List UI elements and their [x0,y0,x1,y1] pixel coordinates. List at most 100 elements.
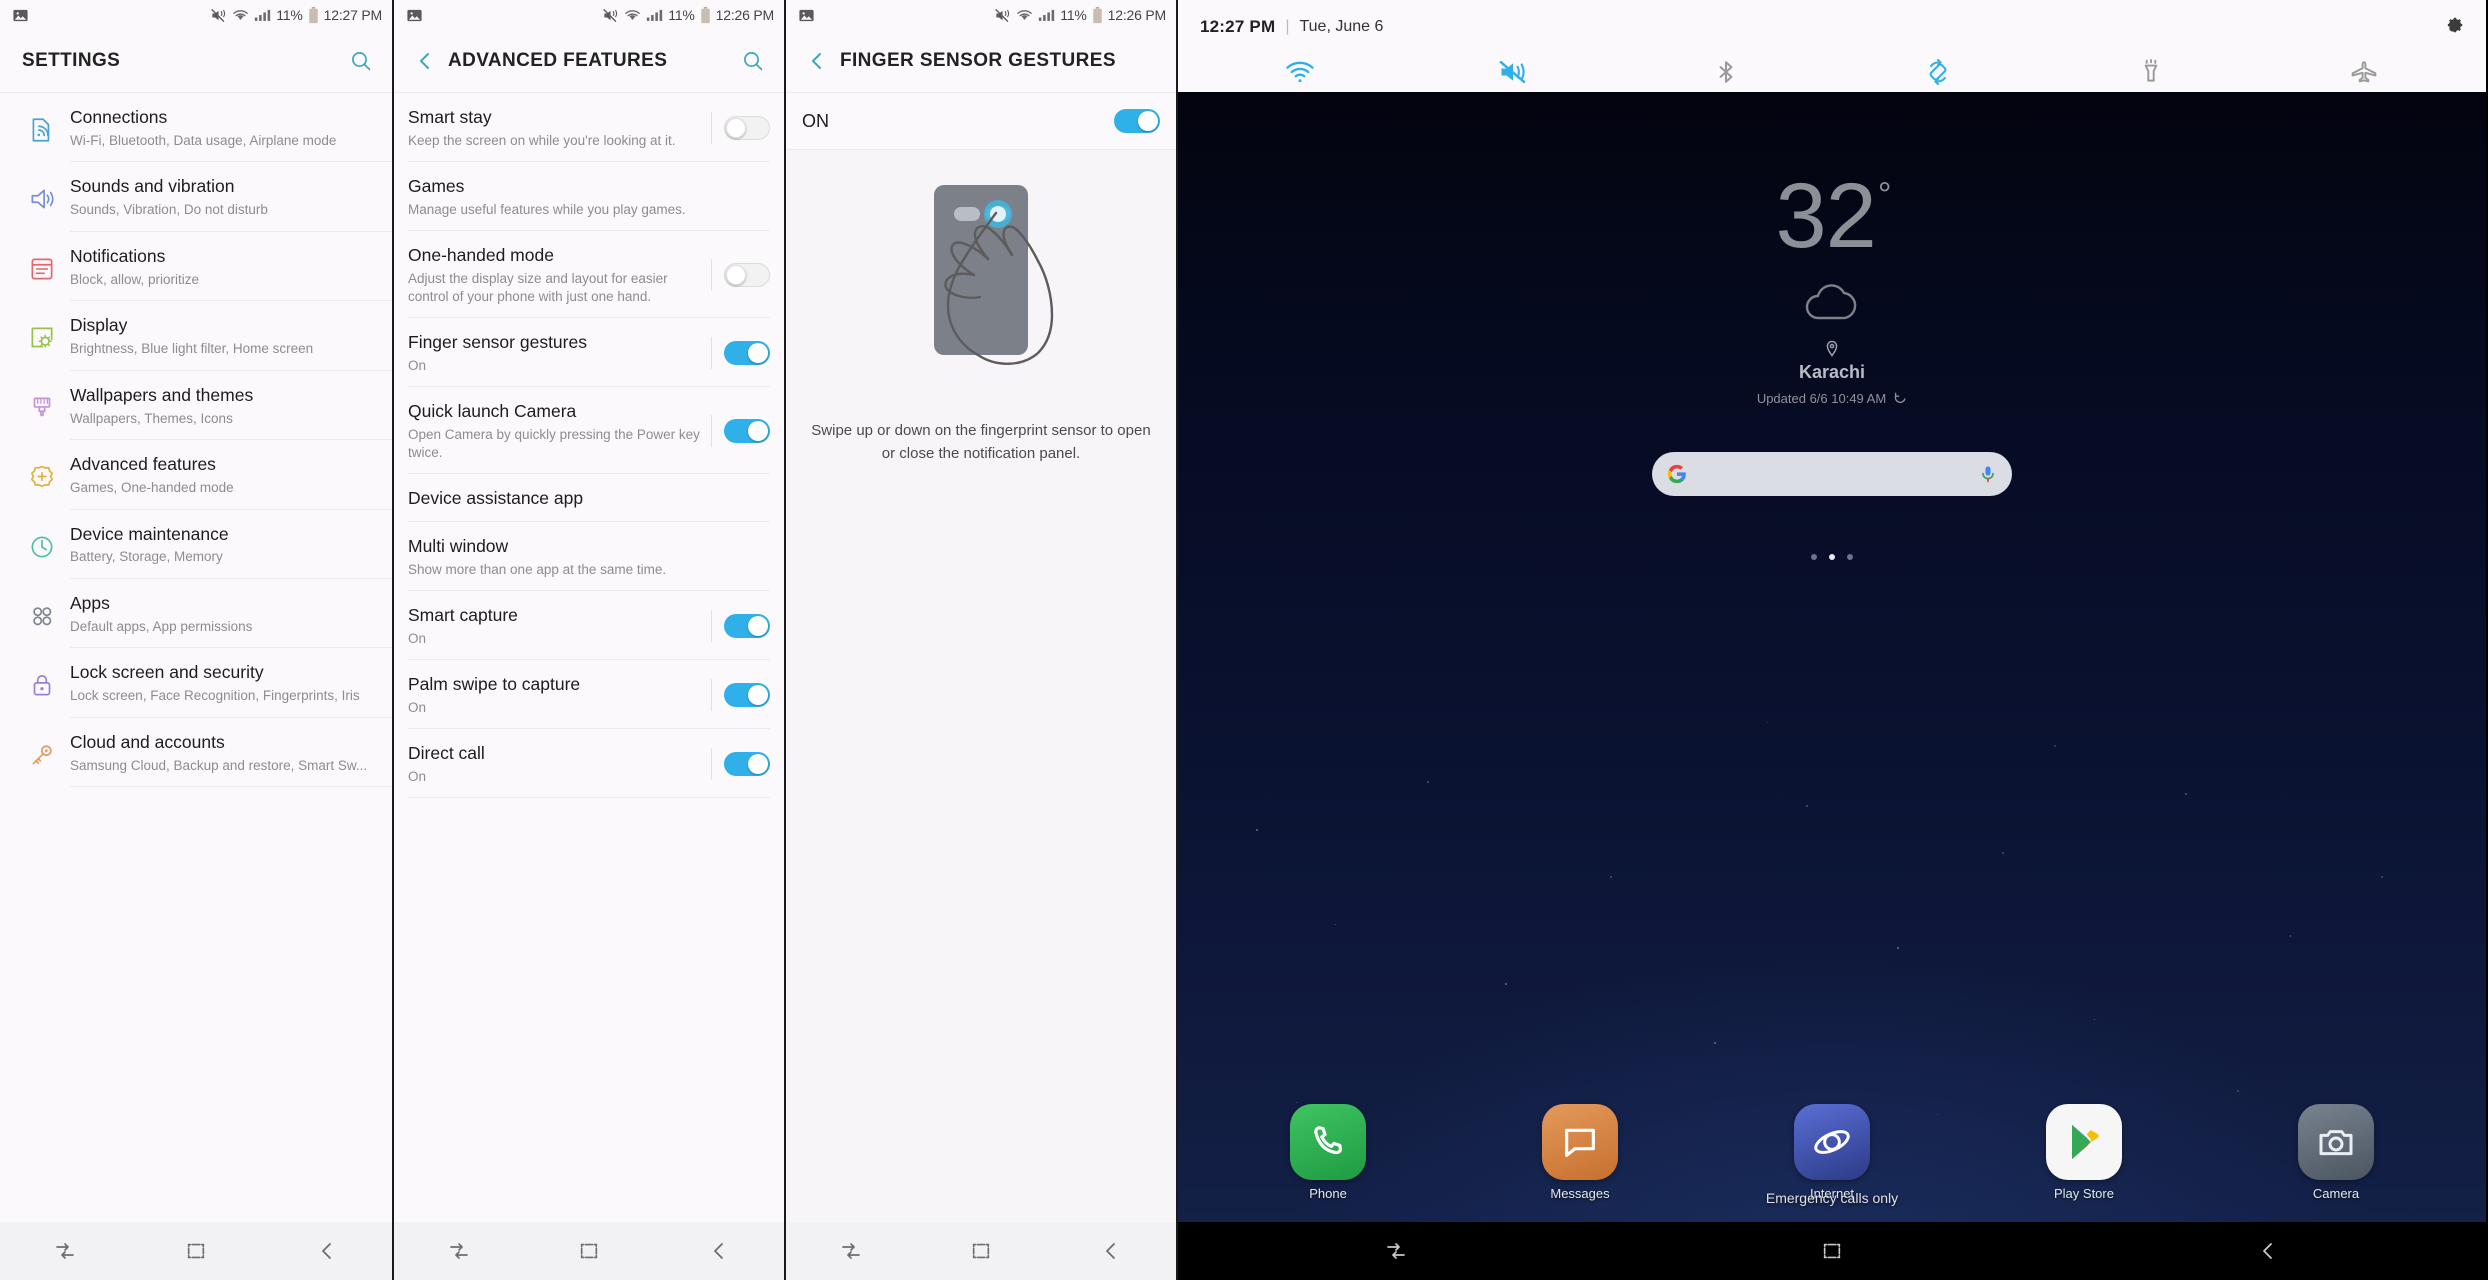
date-label: Tue, June 6 [1299,18,1384,35]
item-subtitle: Wi-Fi, Bluetooth, Data usage, Airplane m… [70,132,337,148]
toggle-finger-sensor-gestures-master[interactable] [1114,109,1160,133]
item-subtitle: Games, One-handed mode [70,479,234,495]
wifi-icon [232,8,249,22]
feature-row-multi-window[interactable]: Multi window Show more than one app at t… [408,522,770,591]
recents-icon[interactable] [821,1229,881,1273]
back-icon[interactable] [1081,1229,1141,1273]
page-dot[interactable] [1811,554,1817,560]
auto-rotate-icon[interactable] [1910,50,1966,94]
settings-item-sounds-and-vibration[interactable]: Sounds and vibration Sounds, Vibration, … [0,162,392,232]
settings-item-display[interactable]: Display Brightness, Blue light filter, H… [0,301,392,371]
feature-title: Smart capture [408,605,518,625]
recents-icon[interactable] [1366,1229,1426,1273]
home-icon[interactable] [166,1229,226,1273]
feature-row-quick-launch-camera[interactable]: Quick launch Camera Open Camera by quick… [408,387,770,475]
google-search-bar[interactable] [1652,452,2012,496]
microphone-icon[interactable] [1978,464,1998,484]
feature-subtitle: Show more than one app at the same time. [408,561,667,577]
signal-icon [254,8,271,22]
navigation-bar [1178,1222,2486,1280]
page-dot[interactable] [1847,554,1853,560]
settings-item-connections[interactable]: Connections Wi-Fi, Bluetooth, Data usage… [0,93,392,163]
recents-icon[interactable] [429,1229,489,1273]
master-toggle-row[interactable]: ON [786,93,1176,149]
home-icon[interactable] [559,1229,619,1273]
feature-row-palm-swipe-to-capture[interactable]: Palm swipe to capture On [408,660,770,729]
back-chevron-icon[interactable] [800,49,834,73]
settings-item-lock-screen-and-security[interactable]: Lock screen and security Lock screen, Fa… [0,648,392,718]
settings-item-apps[interactable]: Apps Default apps, App permissions [0,579,392,649]
gear-icon[interactable] [2440,14,2466,40]
toggle-smart-stay[interactable] [724,115,770,140]
airplane-mode-icon[interactable] [2336,50,2392,94]
feature-title: Multi window [408,536,509,557]
dock-item-internet[interactable]: Internet [1772,1104,1892,1201]
toggle-direct-call[interactable] [724,751,770,776]
feature-title: Palm swipe to capture [408,673,581,694]
dock-item-phone[interactable]: Phone [1268,1104,1388,1201]
weather-temperature[interactable]: 32° [1178,170,2486,262]
feature-row-games[interactable]: Games Manage useful features while you p… [408,162,770,231]
feature-row-device-assistance-app[interactable]: Device assistance app [408,474,770,523]
feature-subtitle: Adjust the display size and layout for e… [408,270,668,304]
fingerprint-swipe-illustration [786,172,1176,402]
back-icon[interactable] [689,1229,749,1273]
back-chevron-icon[interactable] [408,49,442,73]
toggle-palm-swipe-to-capture[interactable] [724,682,770,707]
page-dot-active[interactable] [1829,554,1835,560]
feature-title: One-handed mode [408,244,554,265]
settings-item-advanced-features[interactable]: Advanced features Games, One-handed mode [0,440,392,510]
bluetooth-icon[interactable] [1698,50,1754,94]
toggle-one-handed-mode[interactable] [724,263,770,288]
settings-item-cloud-and-accounts[interactable]: Cloud and accounts Samsung Cloud, Backup… [0,718,392,788]
app-bar: FINGER SENSOR GESTURES [786,30,1176,92]
feature-row-smart-capture[interactable]: Smart capture On [408,591,770,660]
back-icon[interactable] [297,1229,357,1273]
item-subtitle: Samsung Cloud, Backup and restore, Smart… [70,757,368,773]
settings-item-device-maintenance[interactable]: Device maintenance Battery, Storage, Mem… [0,510,392,579]
settings-item-notifications[interactable]: Notifications Block, allow, prioritize [0,232,392,302]
feature-row-one-handed-mode[interactable]: One-handed mode Adjust the display size … [408,231,770,319]
wifi-icon[interactable] [1272,50,1328,94]
search-icon[interactable] [736,49,770,73]
feature-subtitle: On [408,630,427,646]
phone-icon [1290,1104,1366,1180]
dock-item-camera[interactable]: Camera [2276,1104,2396,1201]
feature-subtitle: Manage useful features while you play ga… [408,201,686,217]
toggle-finger-sensor-gestures[interactable] [724,341,770,366]
notifications-icon [14,246,70,284]
feature-row-smart-stay[interactable]: Smart stay Keep the screen on while you'… [408,93,770,162]
battery-percent: 11% [276,7,303,23]
feature-title: Quick launch Camera [408,401,577,422]
dock-item-messages[interactable]: Messages [1520,1104,1640,1201]
search-icon[interactable] [344,49,378,73]
clock: 12:27 PM [1200,17,1276,36]
toggle-smart-capture[interactable] [724,613,770,638]
feature-subtitle: Keep the screen on while you're looking … [408,132,676,148]
dock-item-play-store[interactable]: Play Store [2024,1104,2144,1201]
refresh-icon[interactable] [1893,392,1907,406]
feature-title: Direct call [408,742,485,763]
feature-row-direct-call[interactable]: Direct call On [408,729,770,798]
home-icon[interactable] [951,1229,1011,1273]
play-store-icon [2046,1104,2122,1180]
panel-settings: 11% 12:27 PM SETTINGS Connections Wi-Fi,… [0,0,392,1280]
recents-icon[interactable] [35,1229,95,1273]
item-title: Advanced features [70,454,216,475]
toggle-quick-launch-camera[interactable] [724,419,770,444]
feature-title: Finger sensor gestures [408,332,587,353]
display-icon [14,315,70,353]
settings-item-wallpapers-and-themes[interactable]: Wallpapers and themes Wallpapers, Themes… [0,371,392,441]
feature-row-finger-sensor-gestures[interactable]: Finger sensor gestures On [408,318,770,388]
status-text: Emergency calls only [1765,1190,1899,1206]
advanced-features-icon [14,454,70,492]
home-icon[interactable] [1802,1229,1862,1273]
clock: 12:26 PM [1107,7,1167,23]
multi-panel-screenshot: 11% 12:27 PM SETTINGS Connections Wi-Fi,… [0,0,2488,1280]
mute-icon[interactable] [1485,50,1541,94]
sound-icon [14,176,70,214]
flashlight-icon[interactable] [2123,50,2179,94]
back-icon[interactable] [2238,1229,2298,1273]
settings-list: Connections Wi-Fi, Bluetooth, Data usage… [0,93,392,788]
mute-icon [994,8,1011,23]
